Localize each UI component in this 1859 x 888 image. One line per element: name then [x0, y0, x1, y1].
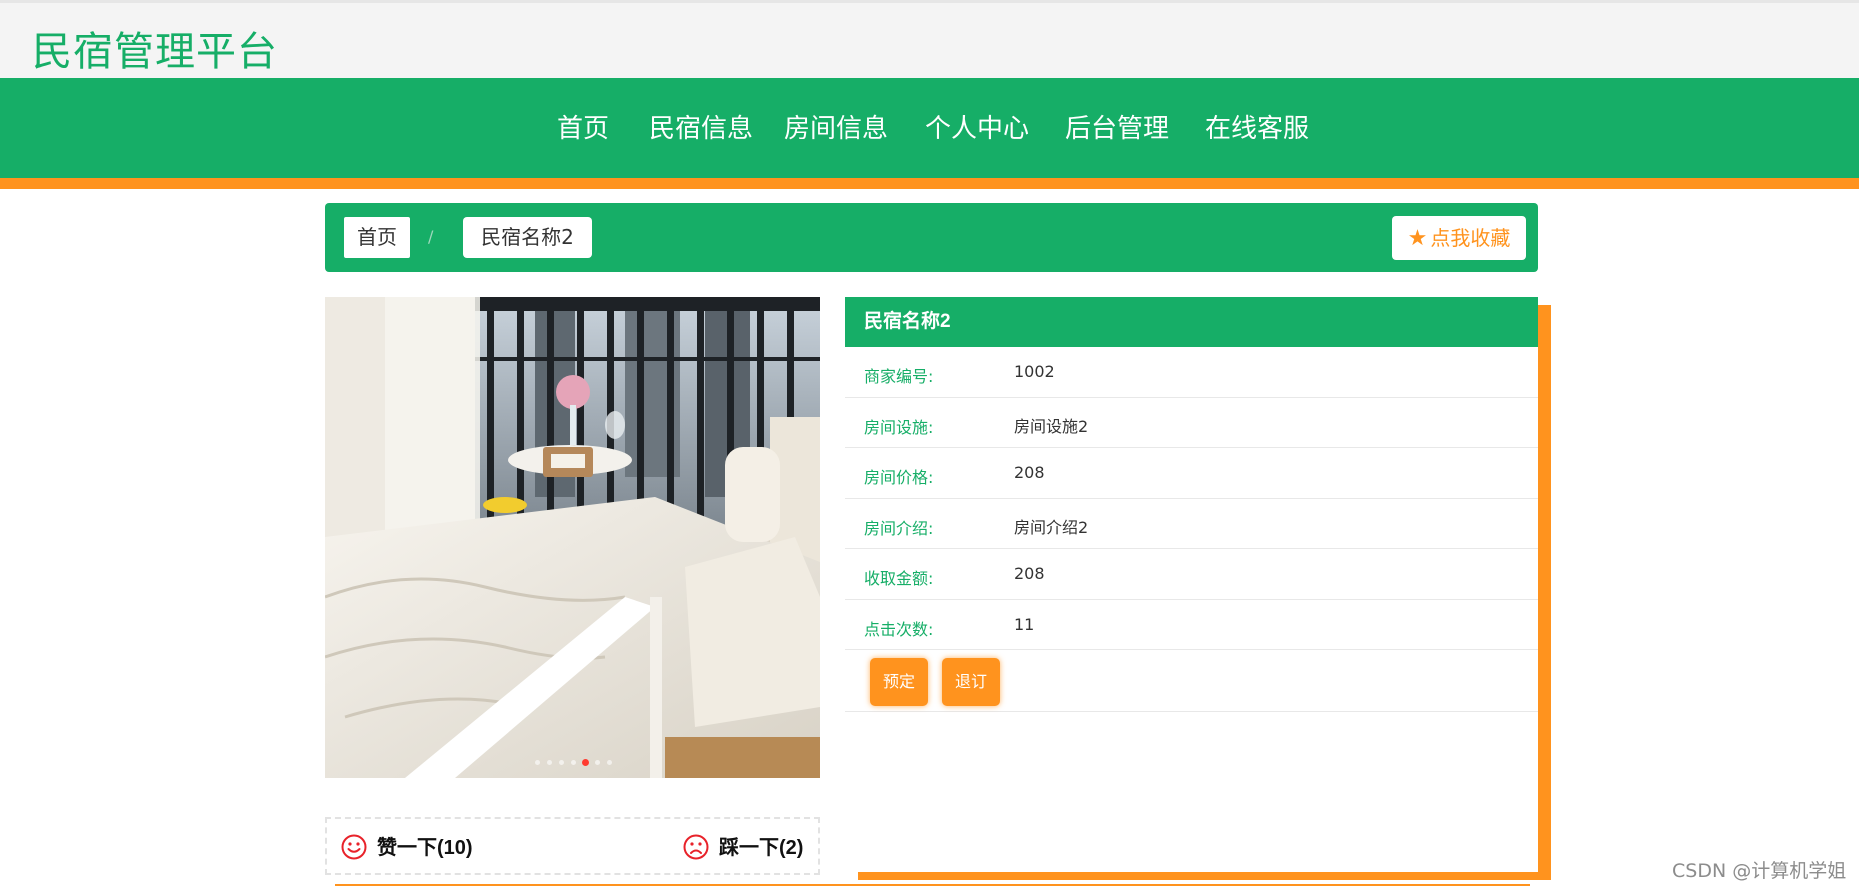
- detail-value: 1002: [1014, 362, 1055, 381]
- carousel-indicators: [535, 758, 625, 768]
- detail-label: 商家编号:: [864, 367, 934, 386]
- favorite-label: 点我收藏: [1430, 226, 1511, 250]
- site-title[interactable]: 民宿管理平台: [32, 19, 278, 77]
- nav-item-home[interactable]: 首页: [557, 108, 609, 145]
- detail-label: 房间价格:: [864, 468, 934, 487]
- carousel-dot[interactable]: [571, 760, 576, 765]
- carousel-dot[interactable]: [535, 760, 540, 765]
- like-label: 赞一下(10): [377, 837, 473, 859]
- breadcrumb-separator: /: [428, 227, 434, 246]
- carousel-dot[interactable]: [547, 760, 552, 765]
- detail-actions: 预定 退订: [845, 650, 1538, 712]
- detail-value: 208: [1014, 463, 1045, 482]
- site-header: 民宿管理平台: [0, 0, 1859, 78]
- nav-item-online-service[interactable]: 在线客服: [1205, 108, 1309, 145]
- detail-label: 点击次数:: [864, 619, 934, 639]
- book-button[interactable]: 预定: [870, 658, 928, 706]
- breadcrumb-home[interactable]: 首页: [344, 217, 410, 258]
- detail-row: 商家编号: 1002: [845, 347, 1538, 398]
- detail-value: 11: [1014, 614, 1035, 634]
- nav-item-room-info[interactable]: 房间信息: [784, 108, 888, 145]
- detail-value: 房间设施2: [1014, 416, 1089, 436]
- detail-row: 收取金额: 208: [845, 549, 1538, 600]
- detail-row: 点击次数: 11: [845, 600, 1538, 650]
- room-photo-carousel[interactable]: [325, 297, 820, 778]
- detail-label: 收取金额:: [864, 569, 934, 588]
- nav-item-homestay-info[interactable]: 民宿信息: [649, 108, 753, 145]
- carousel-dot[interactable]: [595, 760, 600, 765]
- bottom-divider: [335, 884, 1530, 886]
- carousel-dot-active[interactable]: [582, 759, 589, 766]
- carousel-dot[interactable]: [559, 760, 564, 765]
- main-nav: 首页 民宿信息 房间信息 个人中心 后台管理 在线客服: [0, 78, 1859, 178]
- vote-box: 赞一下(10) 踩一下(2): [325, 817, 820, 875]
- dislike-button[interactable]: 踩一下(2): [683, 833, 803, 863]
- detail-value: 208: [1014, 564, 1045, 583]
- nav-accent-stripe: [0, 178, 1859, 189]
- detail-value: 房间介绍2: [1014, 517, 1089, 537]
- like-button[interactable]: 赞一下(10): [341, 833, 473, 863]
- dislike-label: 踩一下(2): [719, 837, 804, 859]
- star-icon: ★: [1407, 226, 1428, 251]
- frown-icon: [683, 834, 709, 860]
- nav-item-admin[interactable]: 后台管理: [1065, 108, 1169, 145]
- detail-row: 房间价格: 208: [845, 448, 1538, 499]
- carousel-dot[interactable]: [607, 760, 612, 765]
- detail-title: 民宿名称2: [845, 297, 1538, 347]
- breadcrumb-current: 民宿名称2: [463, 217, 592, 258]
- nav-item-personal-center[interactable]: 个人中心: [925, 108, 1029, 145]
- cancel-booking-button[interactable]: 退订: [942, 658, 1000, 706]
- watermark: CSDN @计算机学姐: [1672, 860, 1847, 882]
- smile-icon: [341, 834, 367, 860]
- detail-row: 房间介绍: 房间介绍2: [845, 499, 1538, 549]
- detail-label: 房间介绍:: [864, 518, 934, 538]
- detail-row: 房间设施: 房间设施2: [845, 398, 1538, 448]
- room-photo: [325, 297, 820, 778]
- detail-label: 房间设施:: [864, 417, 934, 437]
- favorite-button[interactable]: ★ 点我收藏: [1392, 216, 1526, 260]
- detail-panel: 民宿名称2 商家编号: 1002 房间设施: 房间设施2 房间价格: 208 房…: [845, 297, 1538, 872]
- breadcrumb: 首页 / 民宿名称2 ★ 点我收藏: [325, 203, 1538, 272]
